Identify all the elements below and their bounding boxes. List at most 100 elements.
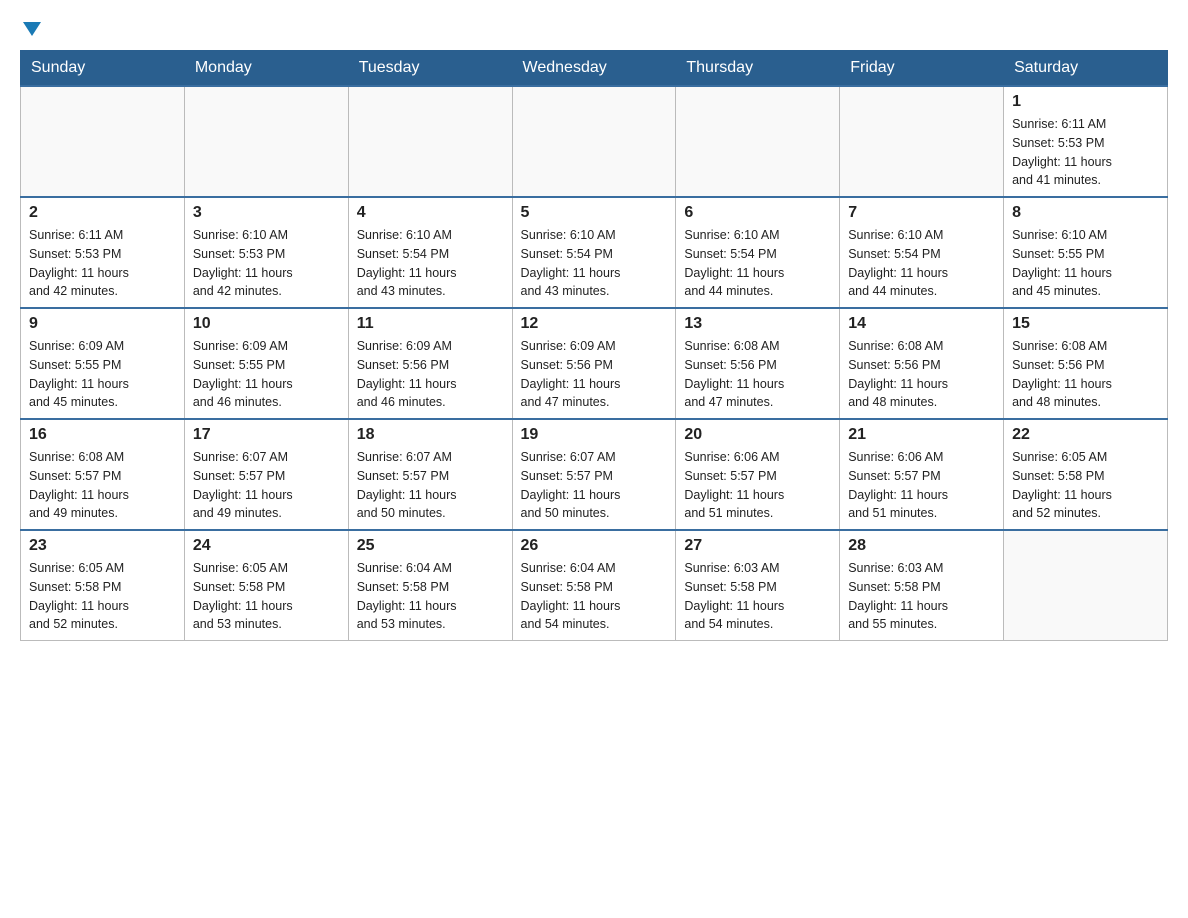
calendar-day-cell: 17 Sunrise: 6:07 AMSunset: 5:57 PMDayligh… (184, 419, 348, 530)
day-info: Sunrise: 6:07 AMSunset: 5:57 PMDaylight:… (193, 448, 340, 523)
calendar-day-cell: 16 Sunrise: 6:08 AMSunset: 5:57 PMDayligh… (21, 419, 185, 530)
day-number: 10 (193, 315, 340, 333)
day-info: Sunrise: 6:04 AMSunset: 5:58 PMDaylight:… (357, 559, 504, 634)
calendar-header-friday: Friday (840, 51, 1004, 87)
calendar-day-cell (21, 86, 185, 197)
day-info: Sunrise: 6:09 AMSunset: 5:55 PMDaylight:… (29, 337, 176, 412)
day-info: Sunrise: 6:07 AMSunset: 5:57 PMDaylight:… (521, 448, 668, 523)
day-number: 3 (193, 204, 340, 222)
calendar-day-cell (840, 86, 1004, 197)
day-number: 11 (357, 315, 504, 333)
calendar-day-cell: 26 Sunrise: 6:04 AMSunset: 5:58 PMDayligh… (512, 530, 676, 641)
day-info: Sunrise: 6:05 AMSunset: 5:58 PMDaylight:… (193, 559, 340, 634)
calendar-week-row: 1 Sunrise: 6:11 AMSunset: 5:53 PMDaylight… (21, 86, 1168, 197)
day-info: Sunrise: 6:10 AMSunset: 5:55 PMDaylight:… (1012, 226, 1159, 301)
calendar-day-cell: 2 Sunrise: 6:11 AMSunset: 5:53 PMDaylight… (21, 197, 185, 308)
day-info: Sunrise: 6:08 AMSunset: 5:57 PMDaylight:… (29, 448, 176, 523)
day-info: Sunrise: 6:10 AMSunset: 5:53 PMDaylight:… (193, 226, 340, 301)
calendar-header-row: SundayMondayTuesdayWednesdayThursdayFrid… (21, 51, 1168, 87)
calendar-week-row: 2 Sunrise: 6:11 AMSunset: 5:53 PMDaylight… (21, 197, 1168, 308)
calendar-day-cell (1004, 530, 1168, 641)
page-header (20, 20, 1168, 34)
day-number: 5 (521, 204, 668, 222)
calendar-header-tuesday: Tuesday (348, 51, 512, 87)
day-info: Sunrise: 6:11 AMSunset: 5:53 PMDaylight:… (29, 226, 176, 301)
calendar-header-saturday: Saturday (1004, 51, 1168, 87)
day-info: Sunrise: 6:08 AMSunset: 5:56 PMDaylight:… (1012, 337, 1159, 412)
day-number: 17 (193, 426, 340, 444)
calendar-day-cell: 7 Sunrise: 6:10 AMSunset: 5:54 PMDaylight… (840, 197, 1004, 308)
day-number: 12 (521, 315, 668, 333)
calendar-header-sunday: Sunday (21, 51, 185, 87)
day-number: 4 (357, 204, 504, 222)
calendar-day-cell: 23 Sunrise: 6:05 AMSunset: 5:58 PMDayligh… (21, 530, 185, 641)
calendar-week-row: 16 Sunrise: 6:08 AMSunset: 5:57 PMDayligh… (21, 419, 1168, 530)
calendar-table: SundayMondayTuesdayWednesdayThursdayFrid… (20, 50, 1168, 641)
calendar-week-row: 23 Sunrise: 6:05 AMSunset: 5:58 PMDayligh… (21, 530, 1168, 641)
day-number: 24 (193, 537, 340, 555)
day-info: Sunrise: 6:04 AMSunset: 5:58 PMDaylight:… (521, 559, 668, 634)
calendar-week-row: 9 Sunrise: 6:09 AMSunset: 5:55 PMDaylight… (21, 308, 1168, 419)
calendar-day-cell: 18 Sunrise: 6:07 AMSunset: 5:57 PMDayligh… (348, 419, 512, 530)
day-info: Sunrise: 6:11 AMSunset: 5:53 PMDaylight:… (1012, 115, 1159, 190)
calendar-day-cell (676, 86, 840, 197)
calendar-day-cell: 14Sunrise: 6:08 AMSunset: 5:56 PMDayligh… (840, 308, 1004, 419)
day-number: 21 (848, 426, 995, 444)
day-number: 16 (29, 426, 176, 444)
day-info: Sunrise: 6:05 AMSunset: 5:58 PMDaylight:… (29, 559, 176, 634)
calendar-day-cell: 6Sunrise: 6:10 AMSunset: 5:54 PMDaylight… (676, 197, 840, 308)
calendar-day-cell: 4 Sunrise: 6:10 AMSunset: 5:54 PMDaylight… (348, 197, 512, 308)
calendar-day-cell: 3 Sunrise: 6:10 AMSunset: 5:53 PMDaylight… (184, 197, 348, 308)
day-number: 25 (357, 537, 504, 555)
day-number: 2 (29, 204, 176, 222)
day-info: Sunrise: 6:03 AMSunset: 5:58 PMDaylight:… (684, 559, 831, 634)
day-number: 9 (29, 315, 176, 333)
calendar-day-cell: 22 Sunrise: 6:05 AMSunset: 5:58 PMDayligh… (1004, 419, 1168, 530)
day-info: Sunrise: 6:07 AMSunset: 5:57 PMDaylight:… (357, 448, 504, 523)
day-number: 13 (684, 315, 831, 333)
calendar-day-cell (348, 86, 512, 197)
day-number: 26 (521, 537, 668, 555)
day-info: Sunrise: 6:03 AMSunset: 5:58 PMDaylight:… (848, 559, 995, 634)
day-info: Sunrise: 6:10 AMSunset: 5:54 PMDaylight:… (684, 226, 831, 301)
day-info: Sunrise: 6:10 AMSunset: 5:54 PMDaylight:… (848, 226, 995, 301)
day-info: Sunrise: 6:05 AMSunset: 5:58 PMDaylight:… (1012, 448, 1159, 523)
calendar-day-cell: 27Sunrise: 6:03 AMSunset: 5:58 PMDayligh… (676, 530, 840, 641)
calendar-day-cell: 8 Sunrise: 6:10 AMSunset: 5:55 PMDaylight… (1004, 197, 1168, 308)
calendar-header-wednesday: Wednesday (512, 51, 676, 87)
calendar-header-thursday: Thursday (676, 51, 840, 87)
day-number: 7 (848, 204, 995, 222)
calendar-day-cell: 9 Sunrise: 6:09 AMSunset: 5:55 PMDaylight… (21, 308, 185, 419)
day-number: 1 (1012, 93, 1159, 111)
calendar-day-cell: 20 Sunrise: 6:06 AMSunset: 5:57 PMDayligh… (676, 419, 840, 530)
day-number: 28 (848, 537, 995, 555)
day-info: Sunrise: 6:06 AMSunset: 5:57 PMDaylight:… (684, 448, 831, 523)
calendar-day-cell (184, 86, 348, 197)
day-info: Sunrise: 6:06 AMSunset: 5:57 PMDaylight:… (848, 448, 995, 523)
calendar-day-cell: 10 Sunrise: 6:09 AMSunset: 5:55 PMDayligh… (184, 308, 348, 419)
calendar-day-cell: 5 Sunrise: 6:10 AMSunset: 5:54 PMDaylight… (512, 197, 676, 308)
day-number: 20 (684, 426, 831, 444)
day-number: 14 (848, 315, 995, 333)
calendar-day-cell: 21 Sunrise: 6:06 AMSunset: 5:57 PMDayligh… (840, 419, 1004, 530)
calendar-day-cell: 11Sunrise: 6:09 AMSunset: 5:56 PMDayligh… (348, 308, 512, 419)
calendar-day-cell: 25 Sunrise: 6:04 AMSunset: 5:58 PMDayligh… (348, 530, 512, 641)
day-info: Sunrise: 6:10 AMSunset: 5:54 PMDaylight:… (357, 226, 504, 301)
day-info: Sunrise: 6:10 AMSunset: 5:54 PMDaylight:… (521, 226, 668, 301)
calendar-day-cell: 13 Sunrise: 6:08 AMSunset: 5:56 PMDayligh… (676, 308, 840, 419)
calendar-day-cell: 19Sunrise: 6:07 AMSunset: 5:57 PMDayligh… (512, 419, 676, 530)
calendar-day-cell: 28 Sunrise: 6:03 AMSunset: 5:58 PMDayligh… (840, 530, 1004, 641)
day-number: 18 (357, 426, 504, 444)
calendar-day-cell: 1 Sunrise: 6:11 AMSunset: 5:53 PMDaylight… (1004, 86, 1168, 197)
day-number: 22 (1012, 426, 1159, 444)
day-info: Sunrise: 6:09 AMSunset: 5:55 PMDaylight:… (193, 337, 340, 412)
calendar-day-cell (512, 86, 676, 197)
calendar-day-cell: 24 Sunrise: 6:05 AMSunset: 5:58 PMDayligh… (184, 530, 348, 641)
day-number: 23 (29, 537, 176, 555)
logo (20, 20, 41, 34)
day-info: Sunrise: 6:09 AMSunset: 5:56 PMDaylight:… (521, 337, 668, 412)
calendar-header-monday: Monday (184, 51, 348, 87)
logo-triangle-icon (23, 22, 41, 36)
day-info: Sunrise: 6:08 AMSunset: 5:56 PMDaylight:… (684, 337, 831, 412)
day-number: 8 (1012, 204, 1159, 222)
